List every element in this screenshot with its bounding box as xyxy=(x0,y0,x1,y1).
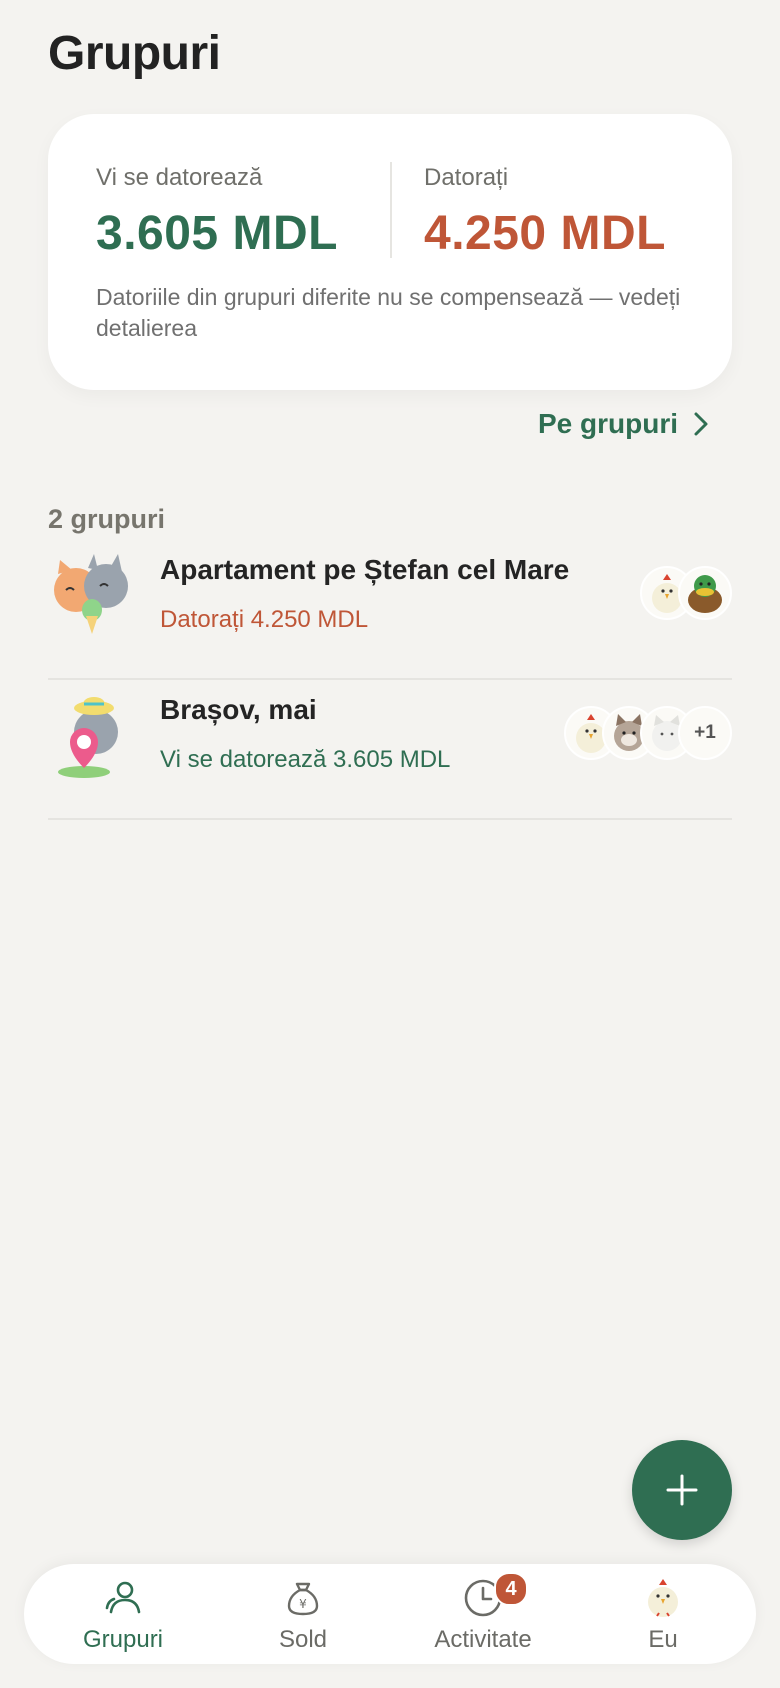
tab-label: Eu xyxy=(648,1626,678,1653)
tab-activitate[interactable]: 4 Activitate xyxy=(398,1572,568,1656)
tab-eu[interactable]: Eu xyxy=(578,1576,748,1656)
summary-note[interactable]: Datoriile din grupuri diferite nu se com… xyxy=(96,282,696,344)
you-owe-block: Datorați 4.250 MDL xyxy=(424,164,666,261)
bottom-tab-bar: Grupuri ¥ Sold 4 Activitate Eu xyxy=(24,1564,756,1664)
you-owe-amount: 4.250 MDL xyxy=(424,207,666,260)
owed-to-you-label: Vi se datorează xyxy=(96,164,263,191)
group-name: Brașov, mai xyxy=(160,694,317,725)
tab-grupuri[interactable]: Grupuri xyxy=(38,1576,208,1656)
group-balance-status: Datorați 4.250 MDL xyxy=(160,606,369,633)
by-groups-label: Pe grupuri xyxy=(537,408,678,439)
group-balance-status: Vi se datorează 3.605 MDL xyxy=(160,746,451,773)
tab-label: Sold xyxy=(278,1626,328,1653)
group-name: Apartament pe Ștefan cel Mare xyxy=(160,554,570,585)
tab-sold[interactable]: ¥ Sold xyxy=(218,1576,388,1656)
notification-badge: 4 xyxy=(494,1572,528,1606)
plus-icon xyxy=(666,1474,698,1506)
add-button[interactable] xyxy=(632,1440,732,1540)
balance-summary-card[interactable]: Vi se datorează 3.605 MDL Datorați 4.250… xyxy=(48,114,732,390)
group-row-apartament[interactable]: Apartament pe Ștefan cel Mare Datorați 4… xyxy=(48,538,732,680)
cat-travel-pin-sticker-icon xyxy=(58,697,118,778)
chicken-avatar-icon xyxy=(648,1579,678,1617)
more-members-badge: +1 xyxy=(678,706,732,760)
summary-divider xyxy=(390,162,392,258)
tab-label: Grupuri xyxy=(82,1626,164,1653)
page-title: Grupuri xyxy=(48,27,221,80)
by-groups-link[interactable]: Pe grupuri xyxy=(538,406,710,442)
group-members xyxy=(640,566,732,620)
more-members-count: +1 xyxy=(694,722,716,743)
money-bag-icon: ¥ xyxy=(287,1582,319,1616)
group-members: +1 xyxy=(564,706,732,760)
owed-to-you-block: Vi se datorează 3.605 MDL xyxy=(96,164,338,261)
duck-icon xyxy=(678,566,732,620)
chevron-right-icon xyxy=(694,412,708,436)
people-icon xyxy=(105,1581,141,1614)
svg-text:¥: ¥ xyxy=(299,1597,307,1611)
cats-hug-sticker-icon xyxy=(54,554,128,634)
group-row-brasov[interactable]: Brașov, mai Vi se datorează 3.605 MDL +1 xyxy=(48,678,732,820)
you-owe-label: Datorați xyxy=(424,164,509,191)
owed-to-you-amount: 3.605 MDL xyxy=(96,207,338,260)
groups-count-label: 2 grupuri xyxy=(48,504,166,534)
tab-label: Activitate xyxy=(434,1626,532,1653)
